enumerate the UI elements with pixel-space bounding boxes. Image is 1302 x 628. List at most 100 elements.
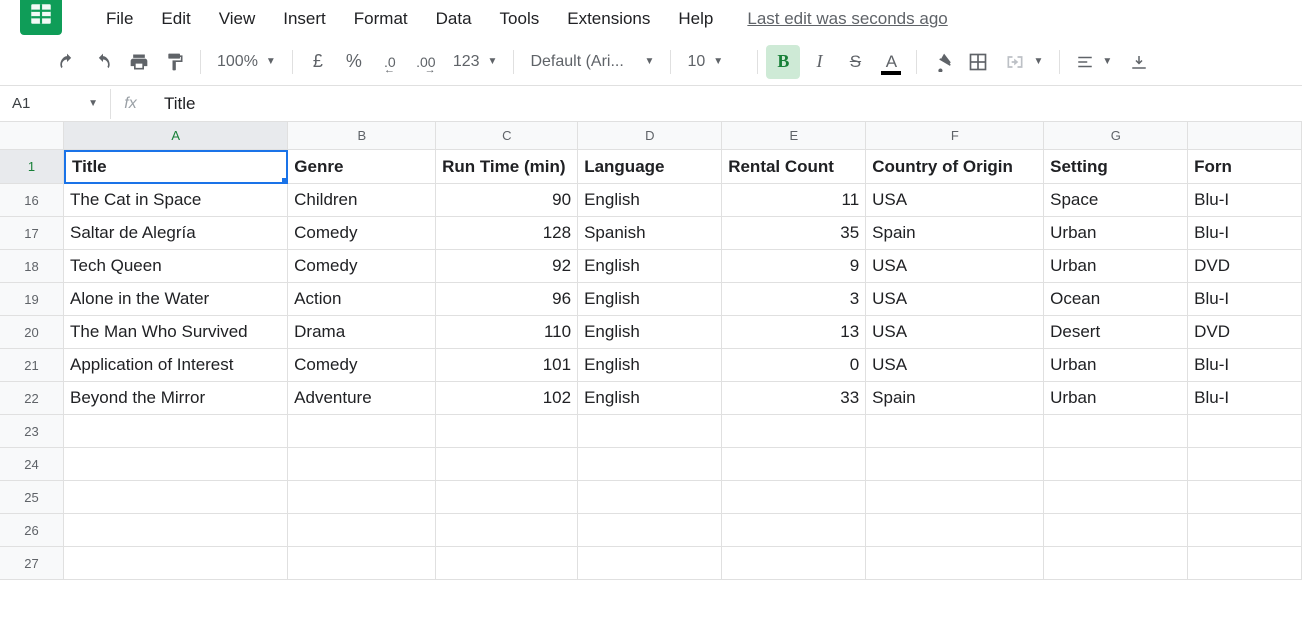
cell[interactable] xyxy=(866,415,1044,448)
cell[interactable]: 3 xyxy=(722,283,866,316)
cell[interactable]: 13 xyxy=(722,316,866,349)
column-header-G[interactable]: G xyxy=(1044,122,1188,150)
cell[interactable]: USA xyxy=(866,283,1044,316)
currency-button[interactable]: £ xyxy=(301,45,335,79)
sheets-logo[interactable] xyxy=(20,0,62,35)
cell[interactable] xyxy=(288,415,436,448)
row-header-17[interactable]: 17 xyxy=(0,217,64,250)
row-header-25[interactable]: 25 xyxy=(0,481,64,514)
cell[interactable]: Spain xyxy=(866,217,1044,250)
cell[interactable] xyxy=(436,547,578,580)
cell[interactable]: English xyxy=(578,184,722,217)
cell[interactable]: Blu-I xyxy=(1188,283,1302,316)
cell[interactable]: 35 xyxy=(722,217,866,250)
cell[interactable]: Space xyxy=(1044,184,1188,217)
cell[interactable]: 101 xyxy=(436,349,578,382)
text-color-button[interactable]: A xyxy=(874,45,908,79)
cell[interactable] xyxy=(1044,448,1188,481)
cell[interactable] xyxy=(1188,547,1302,580)
decrease-decimal-button[interactable]: .0← xyxy=(373,45,407,79)
vertical-align-button[interactable] xyxy=(1122,49,1156,75)
row-header-18[interactable]: 18 xyxy=(0,250,64,283)
italic-button[interactable]: I xyxy=(802,45,836,79)
cell[interactable] xyxy=(436,481,578,514)
cell-C1[interactable]: Run Time (min) xyxy=(436,150,578,184)
row-header-24[interactable]: 24 xyxy=(0,448,64,481)
cell[interactable]: USA xyxy=(866,250,1044,283)
cell[interactable]: Children xyxy=(288,184,436,217)
cell-B1[interactable]: Genre xyxy=(288,150,436,184)
cell[interactable]: USA xyxy=(866,184,1044,217)
cell[interactable] xyxy=(64,415,288,448)
cell[interactable]: Urban xyxy=(1044,250,1188,283)
column-header-partial[interactable] xyxy=(1188,122,1302,150)
name-box[interactable]: A1 ▼ xyxy=(0,95,110,112)
cell-A1[interactable]: Title xyxy=(64,150,288,184)
cell[interactable]: Urban xyxy=(1044,382,1188,415)
menu-format[interactable]: Format xyxy=(340,3,422,35)
cell[interactable]: Blu-I xyxy=(1188,349,1302,382)
cell[interactable] xyxy=(722,415,866,448)
cell-G1[interactable]: Setting xyxy=(1044,150,1188,184)
cell[interactable]: 96 xyxy=(436,283,578,316)
cell[interactable]: 110 xyxy=(436,316,578,349)
horizontal-align-button[interactable]: ▼ xyxy=(1068,49,1120,75)
cell[interactable]: Beyond the Mirror xyxy=(64,382,288,415)
row-header-22[interactable]: 22 xyxy=(0,382,64,415)
cell[interactable] xyxy=(722,547,866,580)
grid-body[interactable]: Title Genre Run Time (min) Language Rent… xyxy=(64,150,1302,628)
cell[interactable]: Comedy xyxy=(288,349,436,382)
cell-F1[interactable]: Country of Origin xyxy=(866,150,1044,184)
menu-tools[interactable]: Tools xyxy=(486,3,554,35)
cell[interactable] xyxy=(578,448,722,481)
cell[interactable]: Blu-I xyxy=(1188,184,1302,217)
row-header-26[interactable]: 26 xyxy=(0,514,64,547)
cell[interactable] xyxy=(578,514,722,547)
cell[interactable]: Urban xyxy=(1044,349,1188,382)
cell[interactable] xyxy=(722,481,866,514)
row-header-1[interactable]: 1 xyxy=(0,150,64,184)
column-header-F[interactable]: F xyxy=(866,122,1044,150)
cell[interactable]: 0 xyxy=(722,349,866,382)
cell[interactable] xyxy=(866,448,1044,481)
cell[interactable]: 9 xyxy=(722,250,866,283)
cell[interactable] xyxy=(436,514,578,547)
cell[interactable] xyxy=(578,481,722,514)
menu-edit[interactable]: Edit xyxy=(147,3,204,35)
menu-help[interactable]: Help xyxy=(664,3,727,35)
cell[interactable] xyxy=(1188,514,1302,547)
cell[interactable] xyxy=(288,448,436,481)
zoom-select[interactable]: 100%▼ xyxy=(209,49,284,75)
select-all-corner[interactable] xyxy=(0,122,64,150)
cell[interactable]: Alone in the Water xyxy=(64,283,288,316)
menu-view[interactable]: View xyxy=(205,3,270,35)
cell[interactable] xyxy=(288,514,436,547)
row-header-23[interactable]: 23 xyxy=(0,415,64,448)
cell[interactable]: 102 xyxy=(436,382,578,415)
cell[interactable] xyxy=(866,481,1044,514)
cell-E1[interactable]: Rental Count xyxy=(722,150,866,184)
menu-extensions[interactable]: Extensions xyxy=(553,3,664,35)
cell[interactable]: 11 xyxy=(722,184,866,217)
cell[interactable]: Blu-I xyxy=(1188,382,1302,415)
cell[interactable]: Desert xyxy=(1044,316,1188,349)
column-header-D[interactable]: D xyxy=(578,122,722,150)
cell[interactable] xyxy=(1188,415,1302,448)
cell[interactable]: Saltar de Alegría xyxy=(64,217,288,250)
cell[interactable]: English xyxy=(578,283,722,316)
menu-insert[interactable]: Insert xyxy=(269,3,340,35)
cell[interactable]: English xyxy=(578,349,722,382)
cell[interactable]: Tech Queen xyxy=(64,250,288,283)
cell[interactable]: USA xyxy=(866,349,1044,382)
cell[interactable]: Comedy xyxy=(288,217,436,250)
column-header-B[interactable]: B xyxy=(288,122,436,150)
cell[interactable] xyxy=(436,448,578,481)
cell[interactable]: English xyxy=(578,316,722,349)
print-button[interactable] xyxy=(122,45,156,79)
cell[interactable] xyxy=(578,415,722,448)
cell[interactable] xyxy=(64,481,288,514)
cell[interactable]: The Man Who Survived xyxy=(64,316,288,349)
menu-file[interactable]: File xyxy=(92,3,147,35)
cell[interactable] xyxy=(436,415,578,448)
row-header-27[interactable]: 27 xyxy=(0,547,64,580)
